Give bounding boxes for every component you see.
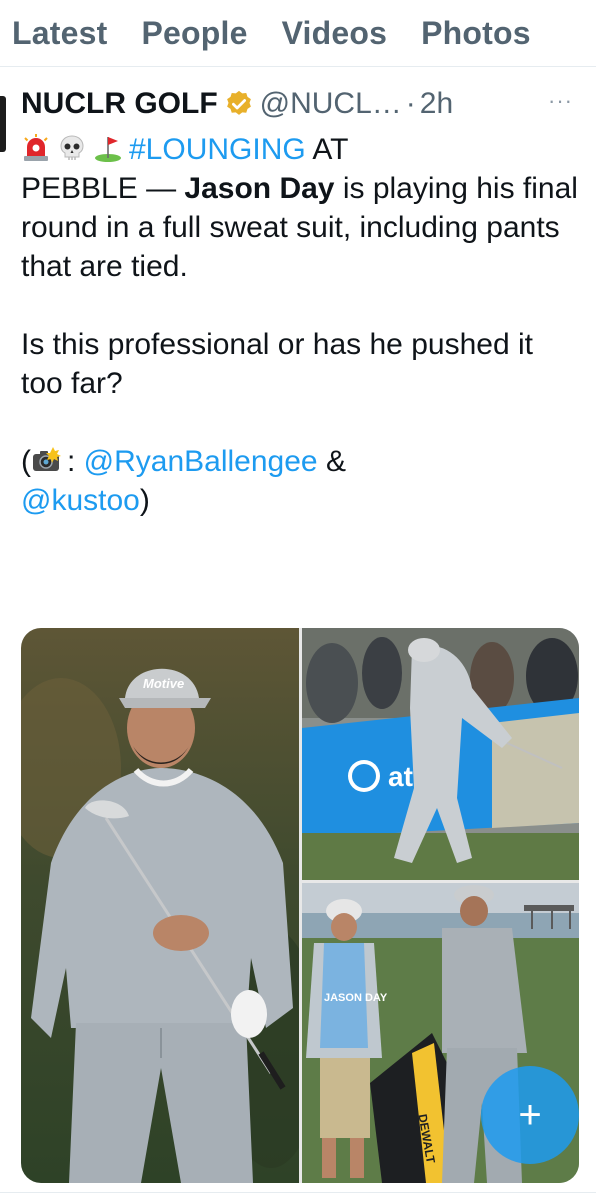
tweet-header: NUCLR GOLF @NUCL… · 2h — [21, 80, 581, 128]
caddie-bib-text: JASON DAY — [324, 992, 388, 1004]
skull-emoji — [57, 133, 87, 163]
search-tabs: Latest People Videos Photos — [0, 0, 596, 66]
text-question: Is this professional or has he pushed it… — [21, 328, 533, 400]
bottom-divider — [0, 1192, 596, 1193]
cap-logo-text: Motive — [143, 676, 184, 691]
photo-golfer-swing[interactable]: at&t — [302, 628, 579, 880]
photo-golfer-portrait[interactable]: Motive — [21, 628, 299, 1183]
tab-photos[interactable]: Photos — [421, 15, 531, 52]
photo-credit: ( : @RyanBallengee & @kustoo) — [21, 442, 581, 520]
tweet[interactable]: NUCLR GOLF @NUCL… · 2h ··· #LOUNGING AT … — [21, 80, 581, 520]
text-pebble: PEBBLE — — [21, 172, 185, 205]
credit-open: ( — [21, 445, 31, 478]
mention-ryanballengee[interactable]: @RyanBallengee — [84, 445, 318, 478]
author-handle[interactable]: @NUCL… — [260, 87, 402, 121]
hashtag-link[interactable]: #LOUNGING — [129, 133, 306, 166]
golf-flag-emoji — [93, 133, 123, 163]
rotating-light-emoji — [21, 133, 51, 163]
mention-kustoo[interactable]: @kustoo — [21, 484, 140, 517]
tab-videos[interactable]: Videos — [282, 15, 388, 52]
tabs-divider — [0, 66, 596, 67]
separator-dot: · — [405, 87, 416, 120]
plus-icon: + — [518, 1093, 542, 1137]
credit-close: ) — [139, 484, 150, 517]
left-edge-indicator — [0, 96, 6, 152]
text-at: AT — [305, 133, 349, 166]
tab-people[interactable]: People — [141, 15, 247, 52]
more-options-icon[interactable]: ··· — [548, 88, 573, 114]
tab-latest[interactable]: Latest — [12, 15, 107, 52]
credit-amp: & — [317, 445, 346, 478]
compose-button[interactable]: + — [481, 1066, 579, 1164]
camera-flash-emoji — [31, 445, 61, 475]
verified-badge-icon — [224, 89, 254, 119]
tweet-text: #LOUNGING AT PEBBLE — Jason Day is playi… — [21, 130, 581, 520]
text-bold-name: Jason Day — [184, 172, 335, 205]
author-name[interactable]: NUCLR GOLF — [21, 87, 218, 121]
tweet-time[interactable]: 2h — [420, 87, 453, 121]
credit-colon: : — [67, 445, 84, 478]
